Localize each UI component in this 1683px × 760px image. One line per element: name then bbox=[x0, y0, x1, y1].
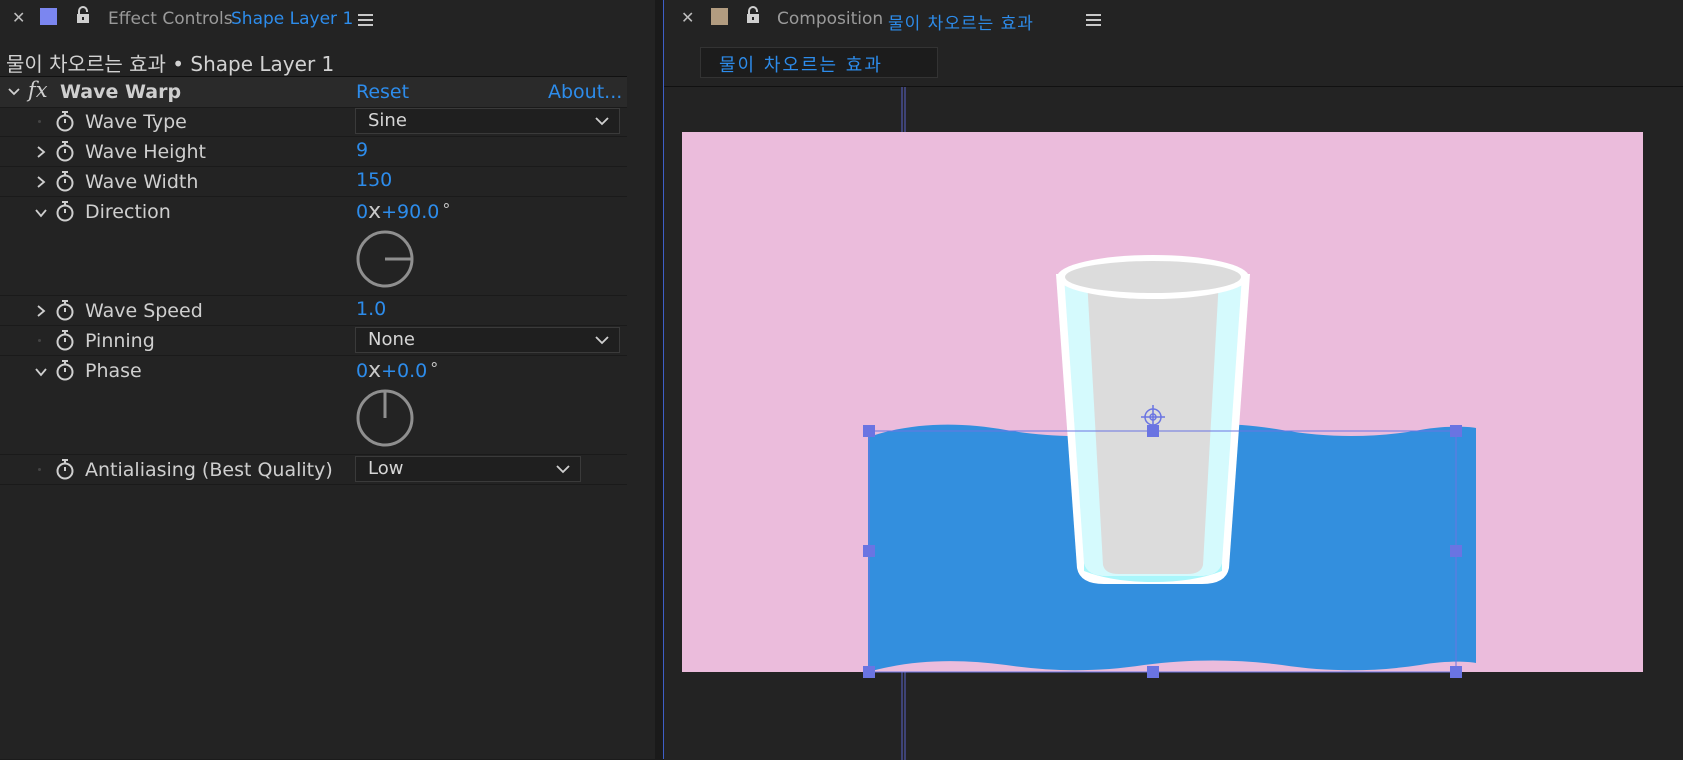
chevron-down-icon[interactable] bbox=[34, 365, 48, 379]
x-separator: x bbox=[368, 199, 382, 224]
close-tab-icon[interactable]: ✕ bbox=[681, 8, 694, 27]
transform-handle bbox=[1450, 425, 1462, 437]
wave-width-value[interactable]: 150 bbox=[356, 169, 392, 191]
about-button[interactable]: About... bbox=[548, 81, 622, 103]
bullet-dot bbox=[38, 339, 41, 342]
transform-handle bbox=[1147, 666, 1159, 678]
property-row-antialiasing: Antialiasing (Best Quality) Low bbox=[0, 455, 627, 485]
effect-name: Wave Warp bbox=[60, 81, 182, 103]
property-row-wave-width: Wave Width 150 bbox=[0, 167, 627, 197]
revolutions: 0 bbox=[356, 201, 369, 223]
dropdown-value: Low bbox=[368, 458, 404, 479]
chevron-down-icon bbox=[595, 336, 609, 345]
effect-controls-tab[interactable]: ✕ Effect Controls Shape Layer 1 bbox=[0, 0, 655, 40]
stopwatch-icon[interactable] bbox=[55, 110, 75, 132]
chevron-right-icon[interactable] bbox=[34, 304, 48, 318]
bullet-dot bbox=[38, 468, 41, 471]
stopwatch-icon[interactable] bbox=[55, 329, 75, 351]
property-label: Pinning bbox=[85, 330, 155, 352]
property-label: Phase bbox=[85, 360, 142, 382]
dropdown-value: None bbox=[368, 329, 415, 350]
reset-button[interactable]: Reset bbox=[356, 81, 409, 103]
phase-value[interactable]: 0x+0.0 ° bbox=[356, 358, 438, 383]
composition-panel: ✕ Composition 물이 차오르는 효과 물이 차오르는 효과 bbox=[664, 0, 1683, 760]
property-row-wave-height: Wave Height 9 bbox=[0, 137, 627, 167]
effect-controls-panel: ✕ Effect Controls Shape Layer 1 물이 차오르는 … bbox=[0, 0, 655, 759]
label-color-swatch[interactable] bbox=[711, 8, 728, 25]
phase-dial[interactable] bbox=[354, 387, 416, 449]
chevron-down-icon bbox=[556, 465, 570, 474]
chevron-down-icon[interactable] bbox=[7, 86, 21, 98]
viewer-canvas[interactable] bbox=[664, 87, 1683, 760]
composition-tab[interactable]: ✕ Composition 물이 차오르는 효과 bbox=[664, 0, 1683, 40]
property-row-pinning: Pinning None bbox=[0, 326, 627, 356]
comp-name-tab[interactable]: 물이 차오르는 효과 bbox=[700, 47, 938, 78]
close-tab-icon[interactable]: ✕ bbox=[12, 8, 25, 27]
panel-menu-icon[interactable] bbox=[358, 14, 373, 29]
chevron-down-icon[interactable] bbox=[34, 206, 48, 220]
stopwatch-icon[interactable] bbox=[55, 140, 75, 162]
property-label: Wave Speed bbox=[85, 300, 203, 322]
property-label: Wave Height bbox=[85, 141, 206, 163]
degree-sign: ° bbox=[430, 359, 439, 378]
dropdown-value: Sine bbox=[368, 110, 407, 131]
pinning-dropdown[interactable]: None bbox=[355, 327, 620, 353]
wave-speed-value[interactable]: 1.0 bbox=[356, 298, 386, 320]
property-label: Wave Type bbox=[85, 111, 187, 133]
property-row-direction: Direction 0x+90.0 ° bbox=[0, 197, 627, 296]
stopwatch-icon[interactable] bbox=[55, 359, 75, 381]
wave-height-value[interactable]: 9 bbox=[356, 139, 368, 161]
lock-icon[interactable] bbox=[746, 6, 760, 24]
transform-handle bbox=[1450, 545, 1462, 557]
layer-path: 물이 차오르는 효과 • Shape Layer 1 bbox=[6, 52, 335, 76]
property-row-wave-type: Wave Type Sine bbox=[0, 107, 627, 137]
x-separator: x bbox=[368, 358, 382, 383]
tab-title-layer: Shape Layer 1 bbox=[231, 9, 354, 29]
comp-name-label: 물이 차오르는 효과 bbox=[719, 55, 883, 76]
transform-handle bbox=[1147, 425, 1159, 437]
direction-value[interactable]: 0x+90.0 ° bbox=[356, 199, 450, 224]
transform-handle bbox=[863, 425, 875, 437]
label-color-swatch[interactable] bbox=[40, 8, 57, 25]
stopwatch-icon[interactable] bbox=[55, 458, 75, 480]
bullet-dot bbox=[38, 120, 41, 123]
fx-icon[interactable]: fx bbox=[28, 78, 48, 102]
composition-viewer[interactable] bbox=[664, 86, 1683, 760]
property-label: Direction bbox=[85, 201, 171, 223]
chevron-right-icon[interactable] bbox=[34, 145, 48, 159]
degree-sign: ° bbox=[442, 200, 451, 219]
lock-icon[interactable] bbox=[76, 6, 90, 24]
property-label: Antialiasing (Best Quality) bbox=[85, 459, 333, 481]
angle-degrees: +90.0 bbox=[381, 201, 440, 223]
chevron-down-icon bbox=[595, 117, 609, 126]
angle-degrees: +0.0 bbox=[381, 360, 428, 382]
stopwatch-icon[interactable] bbox=[55, 299, 75, 321]
transform-handle bbox=[863, 666, 875, 678]
direction-dial[interactable] bbox=[354, 228, 416, 290]
effect-header-row: fx Wave Warp Reset About... bbox=[0, 77, 627, 108]
tab-title-prefix: Composition bbox=[777, 9, 884, 29]
property-row-wave-speed: Wave Speed 1.0 bbox=[0, 296, 627, 326]
chevron-right-icon[interactable] bbox=[34, 175, 48, 189]
antialiasing-dropdown[interactable]: Low bbox=[355, 456, 581, 482]
transform-handle bbox=[1450, 666, 1462, 678]
property-label: Wave Width bbox=[85, 171, 199, 193]
revolutions: 0 bbox=[356, 360, 369, 382]
stopwatch-icon[interactable] bbox=[55, 200, 75, 222]
property-row-phase: Phase 0x+0.0 ° bbox=[0, 356, 627, 455]
tab-title-comp: 물이 차오르는 효과 bbox=[888, 14, 1034, 34]
tab-title-prefix: Effect Controls bbox=[108, 9, 233, 29]
transform-handle bbox=[863, 545, 875, 557]
stopwatch-icon[interactable] bbox=[55, 170, 75, 192]
wave-type-dropdown[interactable]: Sine bbox=[355, 108, 620, 134]
panel-menu-icon[interactable] bbox=[1086, 14, 1101, 29]
